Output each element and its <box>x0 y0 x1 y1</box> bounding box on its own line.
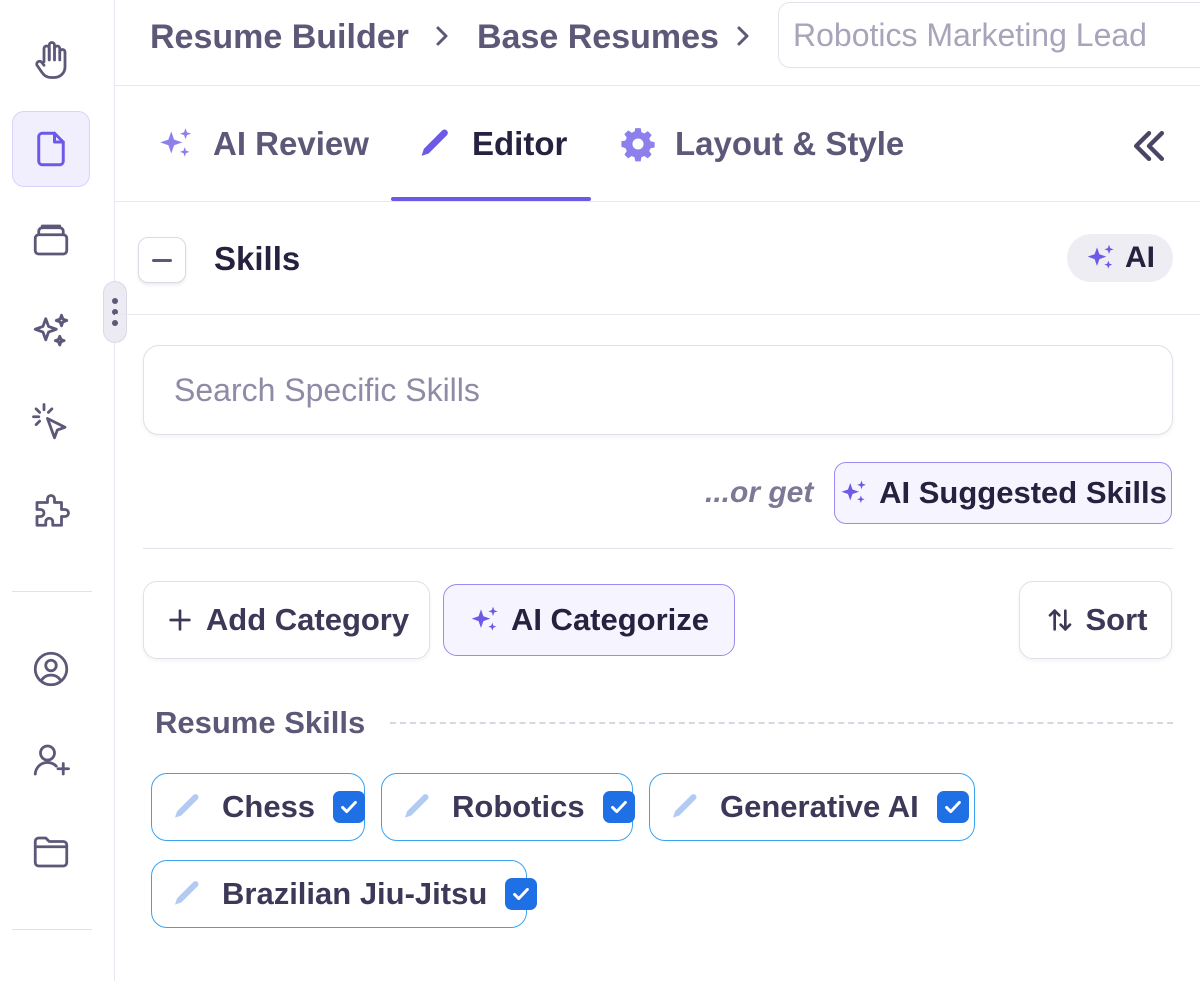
active-tab-indicator <box>391 197 591 201</box>
sidebar <box>0 0 115 981</box>
tab-label: AI Review <box>213 125 369 162</box>
skills-section-header: Skills AI <box>115 202 1200 315</box>
ai-assist-button[interactable]: AI <box>1067 234 1173 282</box>
user-circle-icon <box>33 651 69 687</box>
ai-suggested-skills-button[interactable]: AI Suggested Skills <box>834 462 1172 524</box>
ai-categorize-button[interactable]: AI Categorize <box>443 584 735 656</box>
skill-checkbox[interactable] <box>505 878 538 910</box>
archive-icon <box>33 224 69 256</box>
sparkles-icon <box>33 313 69 347</box>
pencil-icon <box>421 129 448 156</box>
section-collapse-button[interactable] <box>138 237 186 283</box>
plus-icon <box>169 609 191 631</box>
folder-icon <box>33 836 69 868</box>
tab-ai-review[interactable]: AI Review <box>157 86 369 202</box>
document-icon <box>37 131 65 167</box>
breadcrumb-base-resumes[interactable]: Base Resumes <box>477 18 719 57</box>
tab-label: Layout & Style <box>675 125 905 162</box>
click-icon <box>32 403 67 440</box>
sidebar-item-profile[interactable] <box>12 631 90 707</box>
divider <box>143 548 1173 549</box>
check-icon <box>944 800 961 814</box>
tab-editor[interactable]: Editor <box>416 86 567 202</box>
skill-label: Generative AI <box>720 789 919 824</box>
sidebar-divider <box>12 591 92 592</box>
skill-checkbox[interactable] <box>333 791 366 823</box>
hand-icon <box>35 41 67 79</box>
sidebar-item-puzzle[interactable] <box>12 475 90 551</box>
pencil-icon[interactable] <box>668 790 702 824</box>
gear-icon <box>621 128 655 162</box>
sidebar-item-hand[interactable] <box>12 22 90 98</box>
skill-label: Robotics <box>452 789 585 824</box>
sparkles-icon <box>471 606 498 631</box>
sparkles-icon <box>841 480 867 503</box>
button-label: AI Categorize <box>510 602 710 637</box>
skill-chip[interactable]: Robotics <box>381 773 635 841</box>
sidebar-item-invite[interactable] <box>12 722 90 798</box>
resume-builder-app: Resume Builder Base Resumes AI Review Ed… <box>0 0 1200 981</box>
skill-checkbox[interactable] <box>936 791 969 823</box>
sidebar-item-folder[interactable] <box>12 814 90 890</box>
chevron-right-icon <box>737 26 749 46</box>
skill-checkbox[interactable] <box>602 791 635 823</box>
skills-search-input[interactable] <box>143 345 1173 435</box>
section-title: Skills <box>214 240 301 277</box>
category-divider <box>390 722 1173 724</box>
sidebar-item-archive[interactable] <box>12 202 90 278</box>
sparkles-icon <box>160 128 192 157</box>
breadcrumb-resume-builder[interactable]: Resume Builder <box>150 18 409 57</box>
add-category-button[interactable]: Add Category <box>143 581 430 659</box>
check-icon <box>610 800 627 814</box>
button-label: Add Category <box>205 602 410 637</box>
sort-arrows-icon <box>1048 609 1071 631</box>
sidebar-divider <box>12 929 92 930</box>
pencil-icon[interactable] <box>400 790 434 824</box>
puzzle-icon <box>35 494 70 527</box>
chevron-right-icon <box>436 26 448 46</box>
resume-name-input[interactable] <box>778 2 1200 68</box>
pencil-icon[interactable] <box>170 790 204 824</box>
button-label: AI Suggested Skills <box>879 475 1167 510</box>
button-label: Sort <box>1085 602 1148 637</box>
tab-layout-style[interactable]: Layout & Style <box>619 86 904 202</box>
sparkles-icon <box>1087 244 1114 269</box>
ai-chip-label: AI <box>1125 241 1155 274</box>
collapse-panel-icon[interactable] <box>1127 124 1171 168</box>
breadcrumb: Resume Builder Base Resumes <box>115 0 1200 86</box>
tab-label: Editor <box>472 125 568 162</box>
pencil-icon[interactable] <box>170 877 204 911</box>
sort-button[interactable]: Sort <box>1019 581 1172 659</box>
skill-chip[interactable]: Brazilian Jiu-Jitsu <box>151 860 538 928</box>
skill-chip[interactable]: Chess <box>151 773 366 841</box>
skill-chip[interactable]: Generative AI <box>649 773 975 841</box>
category-title: Resume Skills <box>155 705 366 740</box>
check-icon <box>513 887 530 901</box>
sidebar-item-sparkles[interactable] <box>12 293 90 369</box>
skill-label: Chess <box>222 789 316 824</box>
minus-icon <box>152 258 172 262</box>
user-add-icon <box>33 744 70 776</box>
skill-label: Brazilian Jiu-Jitsu <box>222 876 488 911</box>
sidebar-item-document[interactable] <box>12 111 90 187</box>
sidebar-item-click[interactable] <box>12 384 90 460</box>
check-icon <box>341 800 357 814</box>
editor-tabs: AI Review Editor Layout & Style <box>115 86 1200 202</box>
suggest-prefix: ...or get <box>705 476 814 509</box>
